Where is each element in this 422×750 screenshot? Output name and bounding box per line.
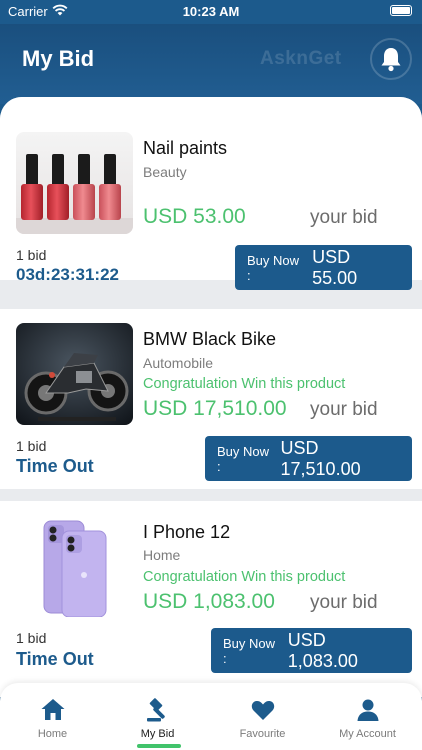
nav-my-account[interactable]: My Account	[315, 697, 420, 740]
nav-home[interactable]: Home	[0, 697, 105, 740]
bottom-nav: Home My Bid Favourite My Account	[0, 683, 422, 750]
bid-price: USD 1,083.00	[143, 590, 275, 613]
nav-favourite[interactable]: Favourite	[210, 697, 315, 740]
buy-now-label: Buy Now :	[247, 252, 300, 283]
bid-count: 1 bid	[16, 438, 47, 454]
your-bid-label: your bid	[310, 207, 378, 228]
home-icon	[41, 699, 64, 720]
your-bid-label: your bid	[310, 592, 378, 613]
notifications-button[interactable]	[370, 38, 412, 80]
person-icon	[357, 699, 378, 721]
bid-price: USD 53.00	[143, 205, 246, 228]
buy-now-price: USD 1,083.00	[287, 629, 358, 671]
buy-now-label: Buy Now :	[217, 443, 270, 474]
product-image-bmw-bike	[16, 323, 133, 425]
buy-now-button[interactable]: Buy Now : USD 1,083.00	[211, 628, 412, 673]
bid-list[interactable]: Nail paints Beauty USD 53.00 your bid 1 …	[0, 97, 422, 697]
clock: 10:23 AM	[182, 4, 240, 19]
bid-card-iphone-12[interactable]: I Phone 12 Home Congratulation Win this …	[0, 501, 422, 697]
nav-label: My Bid	[140, 728, 175, 740]
nav-label: Home	[37, 728, 68, 740]
bid-count: 1 bid	[16, 247, 47, 263]
product-name: Nail paints	[143, 138, 228, 158]
nav-label: Favourite	[239, 728, 286, 740]
product-category: Automobile	[143, 355, 214, 371]
active-tab-indicator	[137, 744, 181, 748]
heart-icon	[251, 700, 274, 720]
bid-count: 1 bid	[16, 630, 47, 646]
product-image-nail-paints	[16, 132, 133, 234]
win-message: Congratulation Win this product	[143, 569, 346, 585]
product-name: I Phone 12	[143, 522, 231, 542]
auction-status: Time Out	[16, 456, 94, 476]
buy-now-button[interactable]: Buy Now : USD 17,510.00	[205, 436, 412, 481]
auction-status: Time Out	[16, 649, 94, 669]
gavel-icon	[146, 698, 165, 722]
brand-watermark: AsknGet	[260, 48, 342, 69]
buy-now-price: USD 17,510.00	[280, 437, 361, 479]
bid-card-nail-paints[interactable]: Nail paints Beauty USD 53.00 your bid 1 …	[0, 97, 422, 290]
buy-now-button[interactable]: Buy Now : USD 55.00	[235, 245, 412, 290]
nav-my-bid[interactable]: My Bid	[105, 697, 210, 740]
your-bid-label: your bid	[310, 399, 378, 420]
buy-now-price: USD 55.00	[312, 246, 358, 288]
product-category: Home	[143, 547, 181, 563]
product-image-iphone	[16, 515, 133, 617]
app-header: My Bid AsknGet	[0, 24, 422, 104]
product-name: BMW Black Bike	[143, 329, 277, 349]
countdown-timer: 03d:23:31:22	[16, 265, 120, 284]
buy-now-label: Buy Now :	[223, 635, 276, 666]
nav-label: My Account	[339, 728, 396, 740]
status-bar: Carrier 10:23 AM	[0, 0, 422, 24]
win-message: Congratulation Win this product	[143, 376, 346, 392]
battery-icon	[390, 5, 412, 16]
bid-price: USD 17,510.00	[143, 397, 287, 420]
bell-icon	[381, 48, 401, 72]
bid-card-bmw-black-bike[interactable]: BMW Black Bike Automobile Congratulation…	[0, 309, 422, 489]
page-title: My Bid	[22, 46, 95, 71]
product-category: Beauty	[143, 164, 187, 180]
